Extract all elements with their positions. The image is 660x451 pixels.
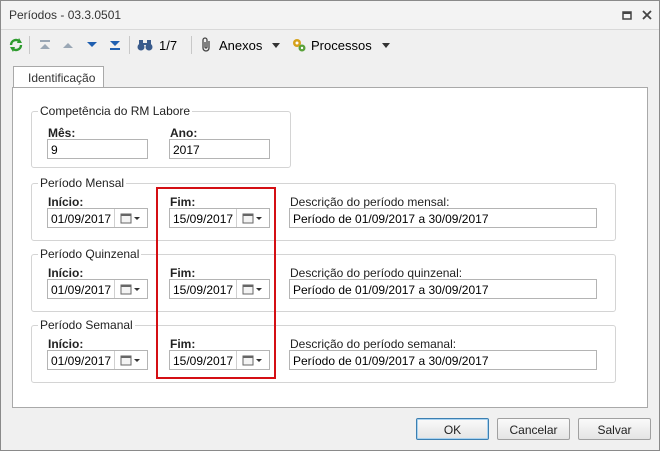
dialog-window: Períodos - 03.3.0501 1/7 Anexos Processo… [0,0,660,451]
anexos-menu[interactable]: Anexos [199,34,281,56]
processos-menu[interactable]: Processos [291,34,390,56]
tab-strip: Identificação [1,60,659,87]
mes-field[interactable]: 9 [47,139,148,159]
semanal-inicio-value: 01/09/2017 [51,354,112,368]
semanal-descricao-field[interactable]: Período de 01/09/2017 a 30/09/2017 [289,350,597,370]
last-record-icon[interactable] [107,34,123,56]
previous-record-icon[interactable] [60,34,76,56]
toolbar-separator [129,36,130,54]
competencia-legend: Competência do RM Labore [38,104,193,118]
processos-label: Processos [311,37,372,53]
quinzenal-legend: Período Quinzenal [38,247,142,261]
title-bar: Períodos - 03.3.0501 [1,1,659,30]
identificacao-panel: Competência do RM Labore Mês: 9 Ano: 201… [12,87,648,408]
paperclip-icon [199,37,215,53]
quinzenal-inicio-date[interactable]: 01/09/2017 [47,279,148,299]
chevron-down-icon [381,38,390,52]
salvar-button[interactable]: Salvar [578,418,651,440]
mensal-inicio-label: Início: [48,195,84,209]
ano-field[interactable]: 2017 [169,139,270,159]
ano-label: Ano: [170,126,198,140]
next-record-icon[interactable] [84,34,100,56]
window-title: Períodos - 03.3.0501 [9,8,122,22]
mensal-legend: Período Mensal [38,176,127,190]
gears-icon [291,37,307,53]
first-record-icon[interactable] [37,34,53,56]
tab-identificacao[interactable]: Identificação [13,66,104,87]
chevron-down-icon [272,38,281,52]
mensal-descricao-label: Descrição do período mensal: [290,195,450,209]
periodo-semanal-group: Período Semanal Início: 01/09/2017 Fim: … [31,318,616,383]
calendar-icon[interactable] [114,280,147,298]
quinzenal-descricao-label: Descrição do período quinzenal: [290,266,463,280]
quinzenal-inicio-value: 01/09/2017 [51,283,112,297]
calendar-icon[interactable] [114,209,147,227]
restore-icon[interactable] [619,7,635,23]
quinzenal-descricao-field[interactable]: Período de 01/09/2017 a 30/09/2017 [289,279,597,299]
semanal-inicio-label: Início: [48,337,84,351]
binoculars-icon[interactable] [136,34,154,56]
quinzenal-inicio-label: Início: [48,266,84,280]
ok-button[interactable]: OK [416,418,489,440]
toolbar-separator [29,36,30,54]
refresh-icon[interactable] [7,34,25,56]
toolbar: 1/7 Anexos Processos [1,30,659,60]
mensal-inicio-value: 01/09/2017 [51,212,112,226]
semanal-inicio-date[interactable]: 01/09/2017 [47,350,148,370]
periodo-quinzenal-group: Período Quinzenal Início: 01/09/2017 Fim… [31,247,616,312]
calendar-icon[interactable] [114,351,147,369]
periodo-mensal-group: Período Mensal Início: 01/09/2017 Fim: 1… [31,176,616,241]
anexos-label: Anexos [219,37,263,53]
semanal-legend: Período Semanal [38,318,135,332]
cancelar-button[interactable]: Cancelar [497,418,570,440]
semanal-descricao-label: Descrição do período semanal: [290,337,457,351]
toolbar-separator [191,36,192,54]
mensal-inicio-date[interactable]: 01/09/2017 [47,208,148,228]
close-icon[interactable] [639,7,655,23]
fim-highlight-box [156,187,276,379]
mes-label: Mês: [48,126,76,140]
mensal-descricao-field[interactable]: Período de 01/09/2017 a 30/09/2017 [289,208,597,228]
record-counter: 1/7 [159,37,178,53]
competencia-group: Competência do RM Labore Mês: 9 Ano: 201… [31,104,291,168]
